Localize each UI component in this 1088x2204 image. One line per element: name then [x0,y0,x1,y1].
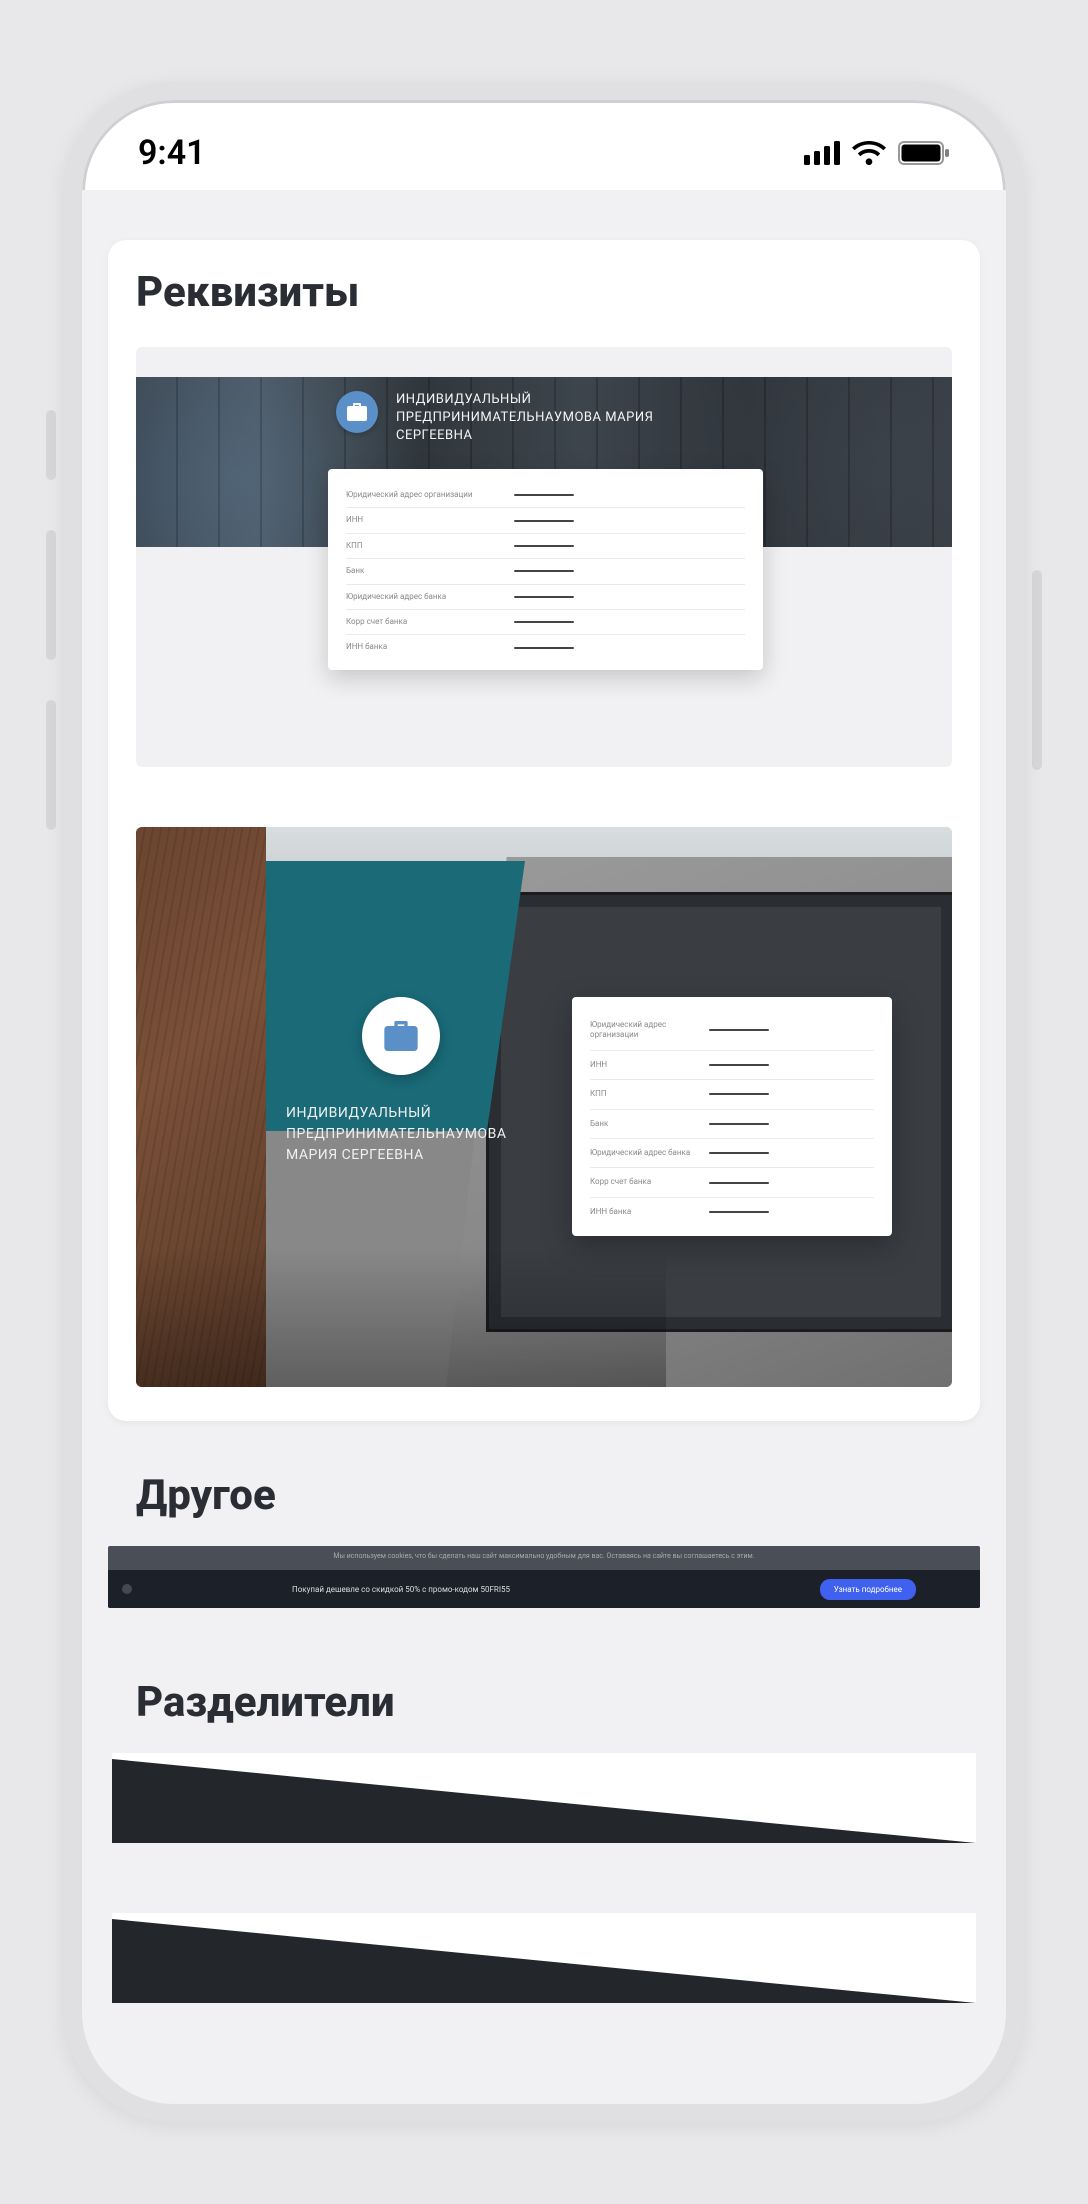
briefcase-icon [362,997,440,1075]
section-title-other: Другое [108,1471,980,1520]
preview1-header: ИНДИВИДУАЛЬНЫЙ ПРЕДПРИНИМАТЕЛЬНАУМОВА МА… [336,391,676,446]
info-value [709,1152,769,1154]
learn-more-button[interactable]: Узнать подробнее [820,1579,916,1600]
requisites-preview-1[interactable]: ИНДИВИДУАЛЬНЫЙ ПРЕДПРИНИМАТЕЛЬНАУМОВА МА… [136,347,952,767]
promo-dot-icon [122,1584,132,1594]
preview2-left: ИНДИВИДУАЛЬНЫЙ ПРЕДПРИНИМАТЕЛЬНАУМОВА МА… [286,997,516,1166]
divider-preview-2[interactable] [112,1913,976,2003]
info-row: ИНН [590,1051,874,1080]
section-title-requisites: Реквизиты [136,268,952,317]
info-label: Юридический адрес банка [590,1148,709,1158]
info-value [709,1064,769,1066]
screen-content[interactable]: Реквизиты ИНДИВИДУАЛЬНЫЙ ПРЕДПРИНИМАТЕЛЬ… [82,190,1006,2104]
info-label: ИНН банка [346,642,514,652]
status-icons [804,141,950,165]
side-button [46,530,56,660]
info-label: Юридический адрес банка [346,592,514,602]
side-button [46,700,56,830]
status-bar: 9:41 [82,100,1006,190]
preview1-info-card: Юридический адрес организации ИНН КПП Ба… [328,469,763,670]
info-value [709,1182,769,1184]
side-button [1032,570,1042,770]
cookie-notice-text: Мы используем cookies, что бы сделать на… [108,1552,980,1560]
info-row: Юридический адрес организации [590,1011,874,1051]
side-button [46,410,56,480]
phone-screen: 9:41 Реквизиты ИНДИВИДУАЛЬНЫЙ П [64,82,1024,2122]
info-value [709,1093,769,1095]
briefcase-icon [336,391,378,433]
info-row: Юридический адрес организации [346,483,745,508]
info-row: ИНН [346,508,745,533]
info-row: КПП [590,1080,874,1109]
promo-bar: Покупай дешевле со скидкой 50% с промо-к… [108,1570,980,1608]
info-label: ИНН [346,515,514,525]
info-label: КПП [346,541,514,551]
info-label: Корр счет банка [346,617,514,627]
info-row: Банк [346,559,745,584]
info-row: Юридический адрес банка [590,1139,874,1168]
info-value [709,1123,769,1125]
info-label: Юридический адрес организации [346,490,514,500]
info-label: ИНН [590,1060,709,1070]
cellular-icon [804,141,840,165]
info-value [709,1211,769,1213]
info-row: КПП [346,534,745,559]
requisites-preview-2[interactable]: ИНДИВИДУАЛЬНЫЙ ПРЕДПРИНИМАТЕЛЬНАУМОВА МА… [136,827,952,1387]
info-label: ИНН банка [590,1207,709,1217]
battery-icon [898,141,950,165]
device-frame: 9:41 Реквизиты ИНДИВИДУАЛЬНЫЙ П [0,0,1088,2204]
info-value [514,621,574,623]
info-row: ИНН банка [590,1198,874,1226]
info-value [514,520,574,522]
preview1-entrepreneur-title: ИНДИВИДУАЛЬНЫЙ ПРЕДПРИНИМАТЕЛЬНАУМОВА МА… [396,391,676,446]
info-row: Корр счет банка [590,1168,874,1197]
other-preview[interactable]: Мы используем cookies, что бы сделать на… [108,1546,980,1608]
info-value [514,596,574,598]
info-label: Банк [346,566,514,576]
info-label: Банк [590,1119,709,1129]
info-value [514,545,574,547]
info-label: Юридический адрес организации [590,1020,709,1041]
info-label: КПП [590,1089,709,1099]
divider-preview-1[interactable] [112,1753,976,1843]
info-row: ИНН банка [346,635,745,659]
promo-text: Покупай дешевле со скидкой 50% с промо-к… [152,1585,820,1594]
section-title-dividers: Разделители [108,1678,980,1727]
wifi-icon [852,141,886,165]
requisites-card[interactable]: Реквизиты ИНДИВИДУАЛЬНЫЙ ПРЕДПРИНИМАТЕЛЬ… [108,240,980,1421]
dividers-list [108,1753,980,2003]
info-value [514,494,574,496]
info-value [709,1029,769,1031]
info-row: Банк [590,1110,874,1139]
info-row: Юридический адрес банка [346,585,745,610]
info-value [514,647,574,649]
status-time: 9:41 [138,133,206,173]
info-label: Корр счет банка [590,1177,709,1187]
info-value [514,570,574,572]
preview2-info-card: Юридический адрес организации ИНН КПП Ба… [572,997,892,1236]
preview2-entrepreneur-title: ИНДИВИДУАЛЬНЫЙ ПРЕДПРИНИМАТЕЛЬНАУМОВА МА… [286,1103,516,1166]
info-row: Корр счет банка [346,610,745,635]
